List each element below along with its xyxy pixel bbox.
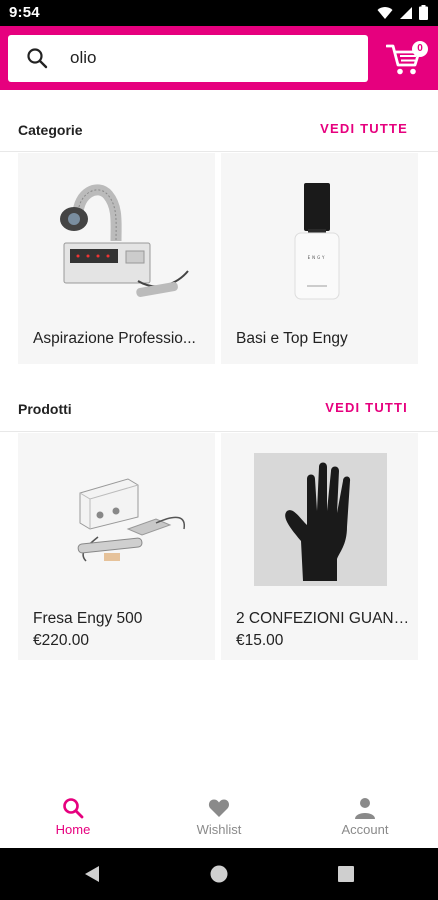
- category-card[interactable]: ENGY Basi e Top Engy: [221, 153, 418, 364]
- divider: [0, 431, 438, 432]
- cart-count-badge: 0: [412, 41, 428, 57]
- category-name: Aspirazione Professio...: [33, 330, 196, 347]
- app-header: olio 0: [0, 26, 438, 90]
- nav-wishlist[interactable]: Wishlist: [146, 784, 292, 848]
- nav-home[interactable]: Home: [0, 784, 146, 848]
- bottom-navigation: Home Wishlist Account: [0, 784, 438, 848]
- product-card[interactable]: Fresa Engy 500 €220.00: [18, 433, 215, 660]
- person-icon: [355, 798, 375, 819]
- search-input[interactable]: olio: [8, 35, 368, 82]
- product-image: [77, 478, 186, 562]
- svg-text:ENGY: ENGY: [308, 255, 327, 260]
- products-title: Prodotti: [18, 401, 72, 417]
- categories-see-all-link[interactable]: VEDI TUTTE: [320, 121, 408, 136]
- back-icon[interactable]: [82, 864, 102, 884]
- divider: [0, 151, 438, 152]
- wifi-icon: [377, 6, 393, 19]
- product-price: €220.00: [33, 632, 90, 649]
- categories-header: Categorie VEDI TUTTE: [0, 110, 438, 150]
- category-image: ENGY: [294, 183, 340, 300]
- product-name: 2 CONFEZIONI GUANTI ...: [236, 610, 412, 627]
- heart-icon: [208, 799, 230, 817]
- product-image: [254, 453, 387, 586]
- category-image: [60, 184, 189, 297]
- category-card[interactable]: Aspirazione Professio...: [18, 153, 215, 364]
- status-bar: 9:54: [0, 0, 438, 26]
- products-header: Prodotti VEDI TUTTI: [0, 389, 438, 429]
- status-icons: [377, 5, 428, 20]
- products-see-all-link[interactable]: VEDI TUTTI: [325, 400, 408, 415]
- home-icon[interactable]: [209, 864, 229, 884]
- search-icon: [63, 798, 84, 819]
- recents-icon[interactable]: [336, 864, 356, 884]
- categories-title: Categorie: [18, 122, 83, 138]
- product-price: €15.00: [236, 632, 284, 649]
- product-name: Fresa Engy 500: [33, 610, 143, 627]
- search-icon: [27, 48, 48, 69]
- system-navigation-bar: [0, 848, 438, 900]
- search-query: olio: [70, 48, 97, 67]
- product-card[interactable]: 2 CONFEZIONI GUANTI ... €15.00: [221, 433, 418, 660]
- nav-home-label: Home: [55, 822, 91, 837]
- cart-button[interactable]: 0: [386, 39, 432, 79]
- status-time: 9:54: [9, 4, 40, 21]
- nav-account[interactable]: Account: [292, 784, 438, 848]
- nav-account-label: Account: [341, 822, 389, 837]
- signal-icon: [400, 6, 412, 19]
- battery-icon: [419, 5, 428, 20]
- category-name: Basi e Top Engy: [236, 330, 348, 347]
- nav-wishlist-label: Wishlist: [196, 822, 242, 837]
